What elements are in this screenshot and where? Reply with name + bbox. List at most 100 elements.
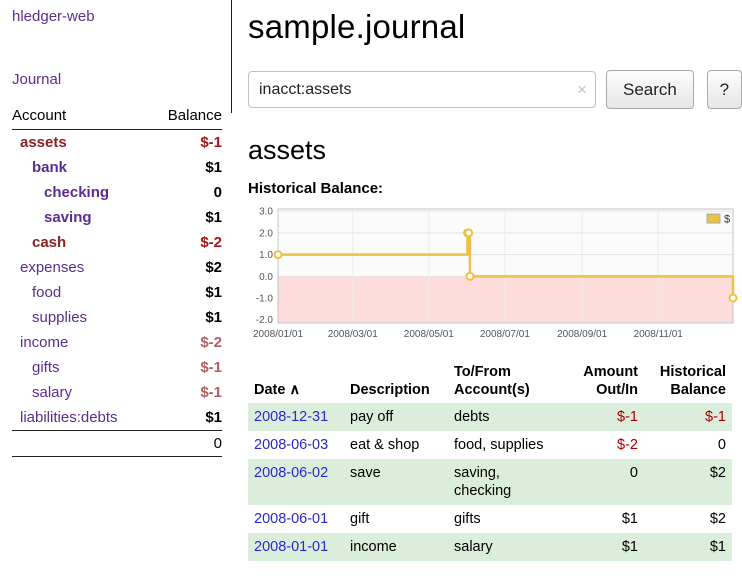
account-name-cell: saving	[12, 205, 151, 230]
sidebar: hledger-web Journal Account Balance asse…	[0, 0, 232, 561]
total-spacer-cell	[12, 431, 151, 457]
date-cell: 2008-06-01	[248, 505, 344, 533]
transaction-date-link[interactable]: 2008-06-01	[254, 511, 328, 527]
accounts-cell: salary	[448, 533, 570, 561]
account-name-cell: income	[12, 330, 151, 355]
account-link[interactable]: liabilities:debts	[12, 408, 118, 427]
svg-text:2008/03/01: 2008/03/01	[328, 329, 378, 340]
account-link[interactable]: supplies	[12, 308, 87, 327]
account-link[interactable]: cash	[12, 233, 66, 252]
balance-cell: $2	[644, 505, 732, 533]
account-balance: $-2	[151, 330, 222, 355]
sidebar-item-journal[interactable]: Journal	[12, 71, 222, 88]
transaction-date-link[interactable]: 2008-01-01	[254, 539, 328, 555]
accounts-total-row: 0	[12, 431, 222, 457]
account-name-cell: assets	[12, 130, 151, 156]
search-button[interactable]: Search	[606, 70, 694, 109]
accounts-cell: food, supplies	[448, 431, 570, 459]
search-box: ×	[248, 71, 596, 108]
app-title-link[interactable]: hledger-web	[12, 8, 222, 25]
account-row: saving $1	[12, 205, 222, 230]
svg-text:2008/01/01: 2008/01/01	[253, 329, 303, 340]
account-name-cell: food	[12, 280, 151, 305]
date-cell: 2008-01-01	[248, 533, 344, 561]
account-balance: $1	[151, 280, 222, 305]
account-row: gifts $-1	[12, 355, 222, 380]
account-name-cell: gifts	[12, 355, 151, 380]
account-link[interactable]: gifts	[12, 358, 60, 377]
transaction-date-link[interactable]: 2008-12-31	[254, 409, 328, 425]
register-row: 2008-06-03eat & shopfood, supplies$-20	[248, 431, 732, 459]
register-row: 2008-12-31pay offdebts$-1$-1	[248, 403, 732, 431]
balance-cell: $2	[644, 459, 732, 505]
svg-text:-1.0: -1.0	[256, 294, 274, 305]
account-link[interactable]: salary	[12, 383, 72, 402]
account-name-cell: cash	[12, 230, 151, 255]
balance-cell: $1	[644, 533, 732, 561]
account-link[interactable]: expenses	[12, 258, 84, 277]
svg-text:2008/11/01: 2008/11/01	[634, 329, 684, 340]
account-row: supplies$1	[12, 305, 222, 330]
description-cell: pay off	[344, 403, 448, 431]
clear-search-icon[interactable]: ×	[577, 80, 587, 100]
description-column-header: Description	[344, 359, 448, 403]
account-link[interactable]: saving	[12, 208, 92, 227]
account-link[interactable]: income	[12, 333, 68, 352]
accounts-cell: gifts	[448, 505, 570, 533]
svg-text:2008/05/01: 2008/05/01	[404, 329, 454, 340]
svg-text:3.0: 3.0	[259, 207, 273, 218]
account-balance: $1	[151, 405, 222, 431]
sort-asc-icon: ∧	[289, 382, 300, 398]
account-balance: $-1	[151, 355, 222, 380]
register-row: 2008-06-01giftgifts$1$2	[248, 505, 732, 533]
date-cell: 2008-06-03	[248, 431, 344, 459]
register-row: 2008-01-01incomesalary$1$1	[248, 533, 732, 561]
register-header-row: Date∧ Description To/From Account(s) Amo…	[248, 359, 732, 403]
account-link[interactable]: checking	[12, 183, 109, 202]
accounts-cell: debts	[448, 403, 570, 431]
account-balance: $-2	[151, 230, 222, 255]
balance-cell: $-1	[644, 403, 732, 431]
balance-chart: 3.02.01.00.0-1.0-2.02008/01/012008/03/01…	[248, 203, 738, 345]
account-balance: $2	[151, 255, 222, 280]
account-balance: $1	[151, 205, 222, 230]
date-column-header[interactable]: Date∧	[248, 359, 344, 403]
date-cell: 2008-06-02	[248, 459, 344, 505]
account-name-cell: supplies	[12, 305, 151, 330]
svg-text:1.0: 1.0	[259, 250, 273, 261]
account-row: expenses $2	[12, 255, 222, 280]
account-row: food $1	[12, 280, 222, 305]
help-button[interactable]: ?	[707, 70, 742, 109]
account-heading: assets	[248, 135, 742, 166]
accounts-cell: saving,checking	[448, 459, 570, 505]
account-name-cell: expenses	[12, 255, 151, 280]
account-name-cell: checking	[12, 180, 151, 205]
account-name-cell: bank	[12, 155, 151, 180]
account-row: bank$1	[12, 155, 222, 180]
account-link[interactable]: food	[12, 283, 61, 302]
register-row: 2008-06-02savesaving,checking0$2	[248, 459, 732, 505]
accounts-table: Account Balance assets$-1bank$1checking0…	[12, 105, 222, 457]
transaction-date-link[interactable]: 2008-06-03	[254, 437, 328, 453]
sidebar-divider	[231, 0, 232, 113]
account-column-header-register: To/From Account(s)	[448, 359, 570, 403]
account-name-cell: salary	[12, 380, 151, 405]
svg-text:$: $	[724, 214, 730, 226]
account-link[interactable]: bank	[12, 158, 67, 177]
account-row: salary$-1	[12, 380, 222, 405]
balance-column-header-register: Historical Balance	[644, 359, 732, 403]
amount-cell: $-1	[570, 403, 644, 431]
svg-text:2.0: 2.0	[259, 228, 273, 239]
search-input[interactable]	[248, 71, 596, 108]
amount-column-header: Amount Out/In	[570, 359, 644, 403]
main-content: sample.journal × Search ? assets Histori…	[232, 0, 742, 561]
amount-cell: $1	[570, 505, 644, 533]
account-balance: 0	[151, 180, 222, 205]
svg-text:0.0: 0.0	[259, 272, 273, 283]
app-root: hledger-web Journal Account Balance asse…	[0, 0, 742, 561]
accounts-header-row: Account Balance	[12, 105, 222, 130]
amount-cell: $-2	[570, 431, 644, 459]
amount-cell: $1	[570, 533, 644, 561]
transaction-date-link[interactable]: 2008-06-02	[254, 465, 328, 481]
account-link[interactable]: assets	[12, 133, 67, 152]
